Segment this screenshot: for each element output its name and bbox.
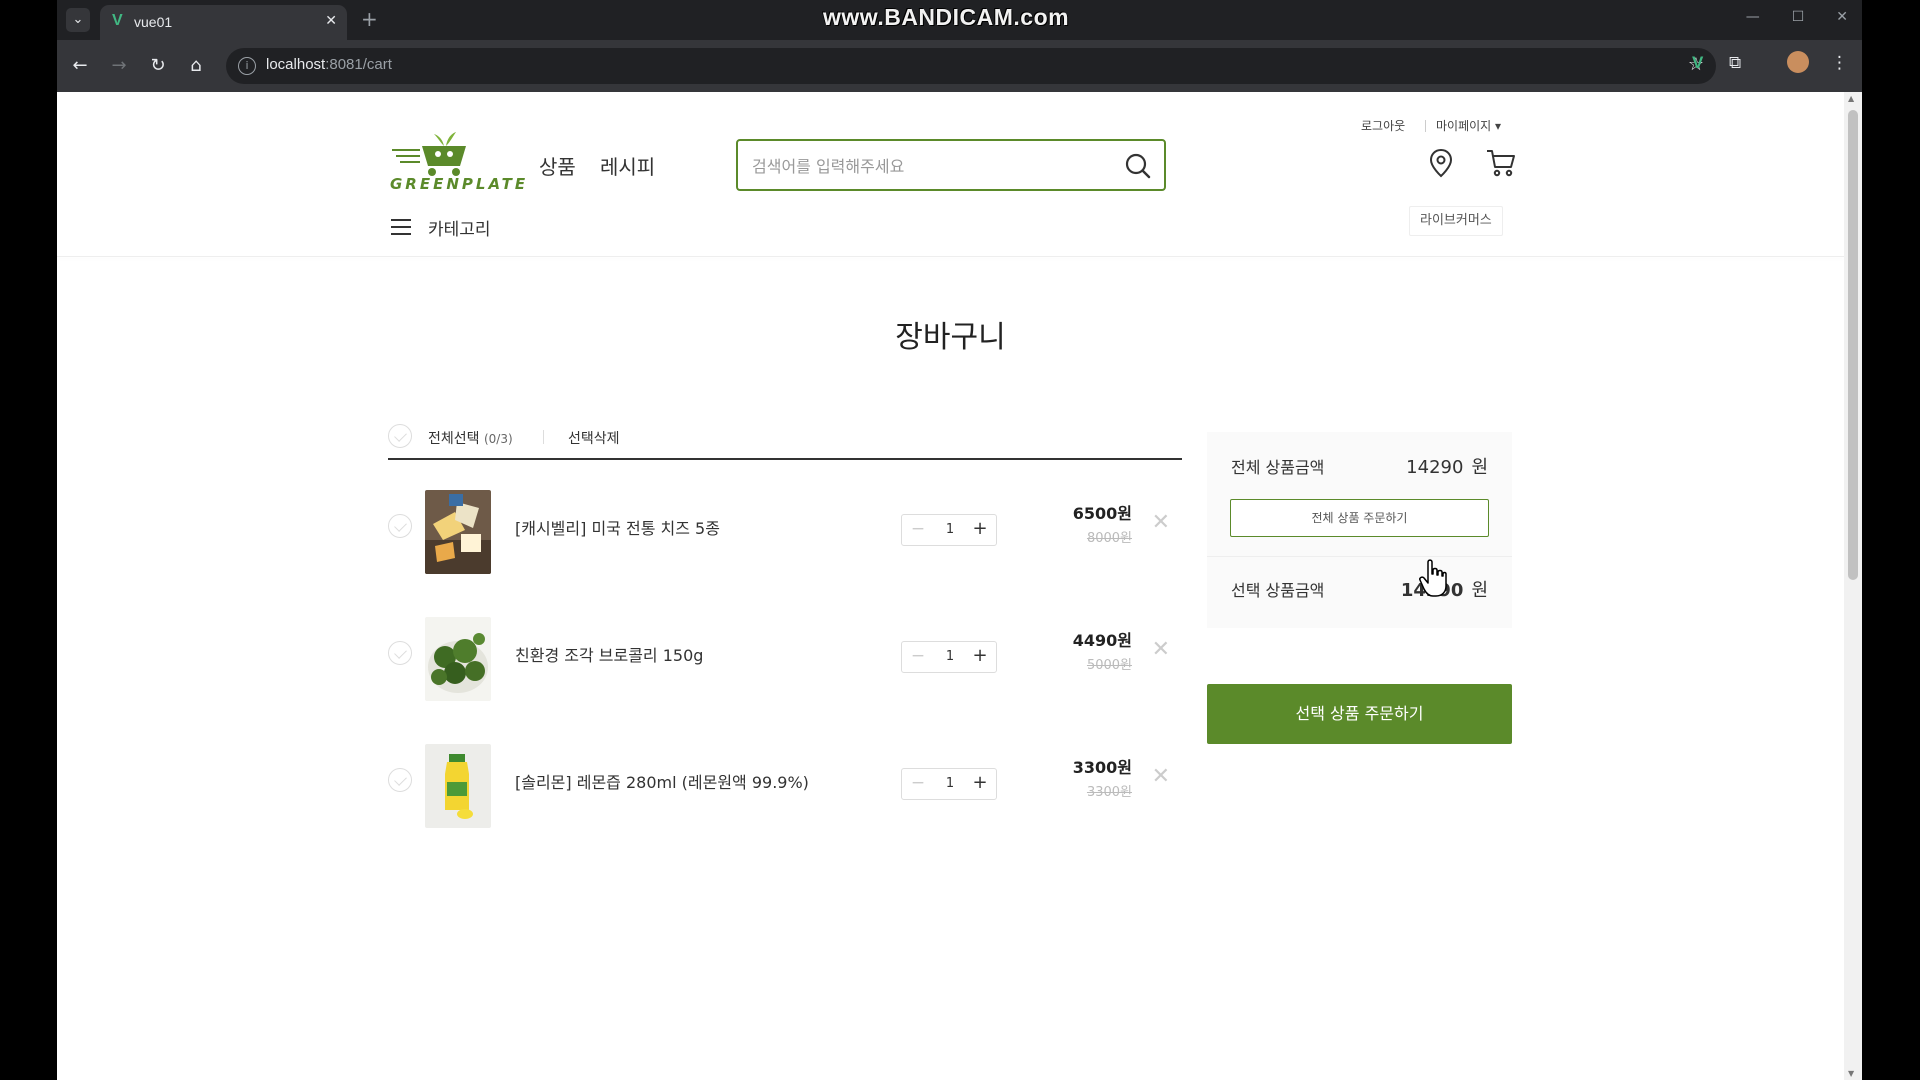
search-input[interactable] [752, 153, 1112, 179]
scroll-up-icon[interactable]: ▲ [1848, 94, 1854, 103]
quantity-stepper: − 1 + [901, 768, 997, 800]
quantity-value: 1 [945, 649, 955, 664]
select-all-checkbox[interactable] [388, 424, 412, 448]
page-scrollbar[interactable]: ▲ ▼ [1844, 92, 1862, 1080]
remove-item-icon[interactable]: ✕ [1152, 766, 1170, 788]
order-summary: 전체 상품금액 14290원 전체 상품 주문하기 선택 상품금액 14290원 [1207, 432, 1512, 628]
browser-window: ⌄ V vue01 ✕ + www.BANDICAM.com — ☐ ✕ ← →… [57, 0, 1862, 1080]
back-icon[interactable]: ← [67, 53, 93, 79]
new-tab-icon[interactable]: + [361, 8, 378, 30]
mypage-link[interactable]: 마이페이지 ▾ [1436, 117, 1501, 134]
select-all-label[interactable]: 전체선택 (0/3) [428, 428, 513, 448]
quantity-value: 1 [945, 776, 955, 791]
site-info-icon[interactable]: i [238, 57, 256, 75]
live-commerce-button[interactable]: 라이브커머스 [1409, 206, 1503, 236]
logo-cart-icon [392, 132, 466, 176]
reload-icon[interactable]: ↻ [145, 53, 171, 79]
plus-icon[interactable]: + [970, 772, 990, 793]
cart-icon[interactable] [1485, 148, 1517, 178]
recorder-watermark: www.BANDICAM.com [823, 4, 1070, 30]
vue-logo-icon: V [112, 12, 123, 29]
delete-selected-button[interactable]: 선택삭제 [568, 428, 620, 448]
page-viewport: GREENPLATE 상품 레시피 로그아웃 마이페이지 ▾ 카테고리 라이 [57, 92, 1844, 1080]
cart-item: [솔리몬] 레몬즙 280ml (레몬원액 99.9%) − 1 + 3300원… [388, 734, 1182, 834]
vue-devtools-icon[interactable]: V [1692, 53, 1703, 73]
summary-divider [1207, 556, 1512, 557]
item-checkbox[interactable] [388, 514, 412, 538]
total-amount-label: 전체 상품금액 [1231, 458, 1325, 477]
forward-icon[interactable]: → [106, 53, 132, 79]
remove-item-icon[interactable]: ✕ [1152, 512, 1170, 534]
nav-products[interactable]: 상품 [539, 151, 576, 180]
header-divider [57, 256, 1844, 257]
selected-amount-label: 선택 상품금액 [1231, 581, 1325, 600]
item-price: 4490원 [1072, 631, 1132, 650]
minus-icon[interactable]: − [908, 773, 928, 793]
logout-link[interactable]: 로그아웃 [1361, 117, 1405, 134]
head-divider [543, 430, 544, 444]
order-selected-button[interactable]: 선택 상품 주문하기 [1207, 684, 1512, 744]
nav-recipes[interactable]: 레시피 [600, 151, 655, 180]
product-image-lemon-juice[interactable] [425, 744, 491, 828]
logo-text: GREENPLATE [390, 175, 529, 193]
minimize-icon[interactable]: — [1746, 9, 1760, 25]
browser-toolbar: ← → ↻ ⌂ i localhost:8081/cart ☆ V ⧉ ⋮ [57, 40, 1862, 92]
product-image-broccoli[interactable] [425, 617, 491, 701]
search-box [736, 139, 1166, 191]
tab-title: vue01 [134, 14, 173, 30]
extensions-icon[interactable]: ⧉ [1729, 53, 1741, 73]
item-checkbox[interactable] [388, 641, 412, 665]
browser-tab[interactable]: V vue01 ✕ [100, 5, 347, 40]
scroll-thumb[interactable] [1848, 110, 1858, 580]
item-original-price: 5000원 [1086, 658, 1132, 673]
plus-icon[interactable]: + [970, 518, 990, 539]
minus-icon[interactable]: − [908, 646, 928, 666]
quantity-stepper: − 1 + [901, 514, 997, 546]
url-text: localhost:8081/cart [266, 56, 392, 73]
item-name[interactable]: [캐시벨리] 미국 전통 치즈 5종 [515, 515, 720, 539]
location-pin-icon[interactable] [1428, 148, 1454, 178]
quantity-value: 1 [945, 522, 955, 537]
close-icon[interactable]: ✕ [325, 13, 337, 29]
window-controls: — ☐ ✕ [1746, 9, 1848, 25]
page-title: 장바구니 [895, 320, 1006, 355]
hand-cursor-icon [1419, 559, 1447, 597]
product-image-cheese[interactable] [425, 490, 491, 574]
item-name[interactable]: [솔리몬] 레몬즙 280ml (레몬원액 99.9%) [515, 769, 809, 793]
item-price: 3300원 [1072, 758, 1132, 777]
maximize-icon[interactable]: ☐ [1792, 9, 1805, 25]
window-close-icon[interactable]: ✕ [1836, 9, 1848, 25]
more-menu-icon[interactable]: ⋮ [1831, 53, 1848, 73]
home-icon[interactable]: ⌂ [183, 53, 209, 79]
plus-icon[interactable]: + [970, 645, 990, 666]
order-all-button[interactable]: 전체 상품 주문하기 [1230, 499, 1489, 537]
scroll-down-icon[interactable]: ▼ [1848, 1069, 1854, 1078]
item-checkbox[interactable] [388, 768, 412, 792]
cart-list-header: 전체선택 (0/3) 선택삭제 [388, 422, 1182, 460]
item-original-price: 8000원 [1086, 531, 1132, 546]
address-bar[interactable]: i localhost:8081/cart ☆ [226, 48, 1716, 84]
category-label: 카테고리 [428, 220, 491, 240]
profile-avatar-icon[interactable] [1787, 51, 1809, 73]
chevron-down-icon[interactable]: ⌄ [66, 8, 90, 32]
hamburger-icon[interactable] [391, 219, 411, 235]
tab-strip: ⌄ V vue01 ✕ + www.BANDICAM.com — ☐ ✕ [57, 0, 1862, 40]
minus-icon[interactable]: − [908, 519, 928, 539]
util-divider [1425, 120, 1426, 132]
cart-item: 친환경 조각 브로콜리 150g − 1 + 4490원 5000원 ✕ [388, 607, 1182, 707]
quantity-stepper: − 1 + [901, 641, 997, 673]
site-logo[interactable]: GREENPLATE [390, 130, 525, 198]
item-original-price: 3300원 [1086, 785, 1132, 800]
total-amount-value: 14290 원 [1406, 457, 1488, 478]
cart-item: [캐시벨리] 미국 전통 치즈 5종 − 1 + 6500원 8000원 ✕ [388, 480, 1182, 580]
remove-item-icon[interactable]: ✕ [1152, 639, 1170, 661]
item-price: 6500원 [1072, 504, 1132, 523]
item-name[interactable]: 친환경 조각 브로콜리 150g [515, 642, 703, 666]
search-icon[interactable] [1124, 152, 1152, 180]
